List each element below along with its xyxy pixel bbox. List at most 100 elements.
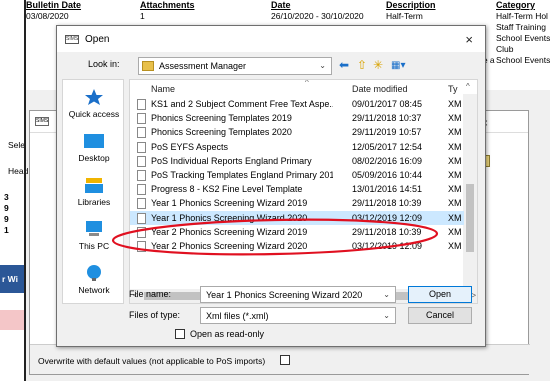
look-in-label: Look in: [88,59,120,69]
file-type: XM [448,127,462,138]
file-type: XM [448,99,462,109]
column-header-date-modified[interactable]: Date modified [352,84,408,94]
folder-icon [142,61,154,71]
file-date-modified: 29/11/2018 10:39 [352,226,422,237]
file-name: Year 2 Phonics Screening Wizard 2019 [151,226,308,237]
xml-file-icon [137,113,146,125]
look-in-value: Assessment Manager [159,61,247,71]
cell-attachments: 1 [140,11,145,21]
file-name: Progress 8 - KS2 Fine Level Template [151,184,303,195]
place-quick-access[interactable]: Quick access [63,88,125,119]
file-row[interactable]: Phonics Screening Templates 2020 29/11/20… [130,125,464,139]
file-row[interactable]: PoS EYFS Aspects 12/05/2017 12:54 XM [130,140,464,154]
read-only-checkbox[interactable] [175,329,185,339]
xml-file-icon [137,127,146,139]
file-name: PoS EYFS Aspects [151,141,229,152]
file-name: KS1 and 2 Subject Comment Free Text Aspe… [151,99,333,109]
file-row[interactable]: Year 2 Phonics Screening Wizard 2020 03/1… [130,239,464,253]
file-row[interactable]: KS1 and 2 Subject Comment Free Text Aspe… [130,97,464,111]
file-name: Year 2 Phonics Screening Wizard 2020 [151,241,308,251]
look-in-dropdown[interactable]: Assessment Manager ⌄ [138,57,332,75]
open-button[interactable]: Open [408,286,472,303]
overwrite-checkbox[interactable] [280,355,290,365]
file-date-modified: 09/01/2017 08:45 [352,99,423,109]
file-row[interactable]: Year 2 Phonics Screening Wizard 2019 29/1… [130,225,464,239]
libraries-icon [85,178,103,193]
chevron-down-icon: ⌄ [319,61,326,70]
xml-file-icon [137,184,146,196]
file-row[interactable]: Year 1 Phonics Screening Wizard 2019 29/1… [130,196,464,210]
file-name: Phonics Screening Templates 2019 [151,113,292,124]
file-date-modified: 03/12/2019 12:09 [352,212,423,223]
col-header-date: Date [271,0,291,10]
file-list[interactable]: ^ Name Date modified Ty ^ v < > KS1 and … [129,79,478,304]
up-folder-icon[interactable]: ⇧ [357,58,367,73]
file-name: PoS Tracking Templates England Primary 2… [151,170,333,180]
file-name: Year 1 Phonics Screening Wizard 2019 [151,198,308,209]
new-folder-icon[interactable]: ✳ [373,58,383,73]
left-fragment: r Wi [2,274,18,284]
col-header-category: Category [496,0,536,10]
place-desktop[interactable]: Desktop [63,132,125,163]
place-label: Desktop [78,153,110,163]
cell-bulletin-date: 03/08/2020 [26,11,69,21]
place-this-pc[interactable]: This PC [63,220,125,251]
file-row[interactable]: PoS Individual Reports England Primary 08… [130,154,464,168]
places-bar: Quick access Desktop Libraries This PC N… [62,79,124,304]
file-row[interactable]: Progress 8 - KS2 Fine Level Template 13/0… [130,182,464,196]
read-only-option[interactable]: Open as read-only [175,329,264,339]
file-type: XM [448,170,462,180]
xml-file-icon [137,99,146,110]
col-header-description: Description [386,0,436,10]
column-header-type[interactable]: Ty [448,84,458,94]
close-icon[interactable]: × [465,32,473,47]
overwrite-label: Overwrite with default values (not appli… [38,356,266,366]
xml-file-icon [137,170,146,181]
place-label: This PC [78,241,110,251]
file-type: XM [448,241,462,251]
col-header-attachments: Attachments [140,0,195,10]
chevron-down-icon[interactable]: ⌄ [383,311,390,320]
cell-date: 26/10/2020 - 30/10/2020 [271,11,364,21]
cell-category: School Events [496,33,550,43]
cell-category: Staff Training [496,22,546,32]
file-type-select[interactable]: Xml files (*.xml) ⌄ [200,307,396,324]
vertical-scrollbar[interactable]: ^ v [463,82,477,302]
place-libraries[interactable]: Libraries [63,176,125,207]
cell-description: Half-Term [386,11,423,21]
back-icon[interactable]: ⬅ [339,58,349,73]
xml-file-icon [137,226,146,238]
xml-file-icon [137,241,146,252]
dialog-titlebar: SIMS Open × [57,26,485,52]
scroll-right-icon[interactable]: > [471,291,476,300]
file-name-label: File name: [129,289,172,299]
file-row[interactable]: Phonics Screening Templates 2019 29/11/20… [130,111,464,125]
cancel-button[interactable]: Cancel [408,307,472,324]
file-name: PoS Individual Reports England Primary [151,155,312,166]
file-row[interactable]: PoS Tracking Templates England Primary 2… [130,168,464,182]
chevron-down-icon[interactable]: ⌄ [383,290,390,299]
background-left-frame [0,0,26,381]
place-label: Libraries [77,197,111,207]
computer-icon [86,221,102,236]
network-icon [87,265,101,281]
file-row[interactable]: Year 1 Phonics Screening Wizard 2020 03/1… [130,210,464,225]
cell-category: Half-Term Hol [496,11,548,21]
dialog-title: Open [85,34,110,45]
screen: Bulletin Date Attachments Date Descripti… [0,0,550,381]
file-name-value: Year 1 Phonics Screening Wizard 2020 [206,290,363,300]
place-network[interactable]: Network [63,264,125,295]
scrollbar-thumb[interactable] [466,184,474,252]
view-menu-icon[interactable]: ▦▾ [391,58,405,73]
file-name-input[interactable]: Year 1 Phonics Screening Wizard 2020 ⌄ [200,286,396,303]
column-header-name[interactable]: Name [151,84,175,94]
read-only-label: Open as read-only [190,329,265,339]
sort-ascending-icon: ^ [305,79,309,87]
file-date-modified: 05/09/2016 10:44 [352,170,423,180]
scroll-up-icon[interactable]: ^ [466,82,470,91]
file-name: Year 1 Phonics Screening Wizard 2020 [151,212,308,223]
cell-category: School Events [496,55,550,65]
star-icon [85,89,103,105]
file-date-modified: 13/01/2016 14:51 [352,184,423,195]
xml-file-icon [137,212,146,224]
